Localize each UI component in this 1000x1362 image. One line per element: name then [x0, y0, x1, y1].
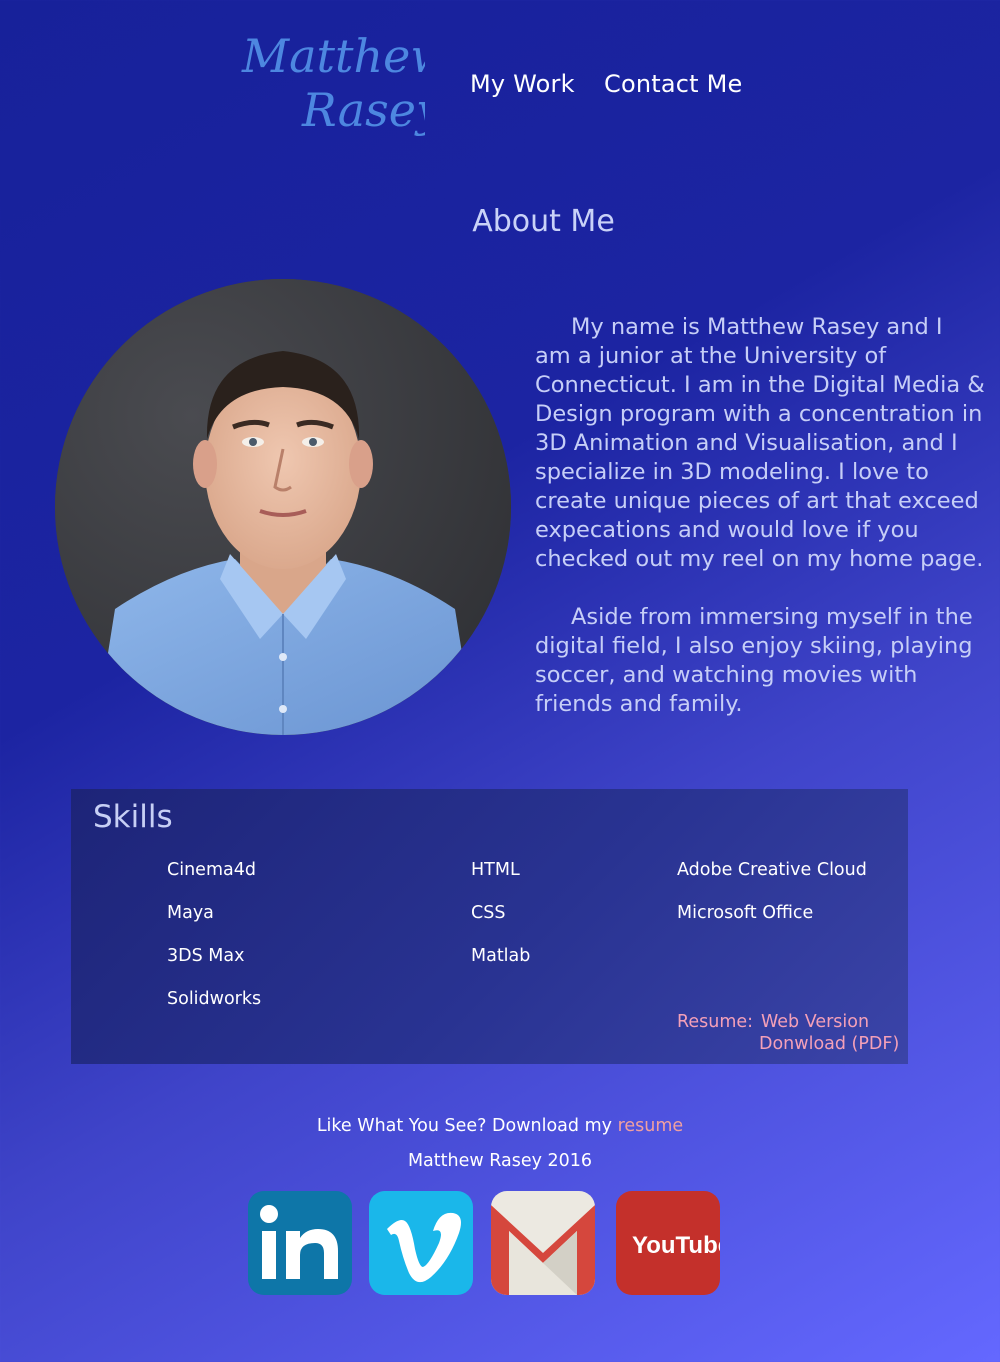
skills-title: Skills	[93, 799, 173, 835]
page-title: About Me	[472, 204, 615, 239]
resume-label: Resume:	[677, 1012, 754, 1032]
youtube-logo-text: YouTube	[632, 1232, 720, 1259]
footer-resume-link[interactable]: resume	[618, 1116, 684, 1136]
bio-paragraph: Aside from immersing myself in the digit…	[535, 604, 973, 717]
skill-item: Microsoft Office	[677, 903, 814, 923]
site-logo[interactable]: Matthew Rasey	[240, 20, 450, 138]
linkedin-button[interactable]	[248, 1191, 352, 1295]
nav-my-work[interactable]: My Work	[470, 70, 575, 98]
profile-photo	[55, 279, 511, 735]
skill-item: CSS	[471, 903, 506, 923]
skill-item: Matlab	[471, 946, 531, 966]
linkedin-icon	[248, 1191, 352, 1295]
vimeo-button[interactable]	[369, 1191, 473, 1295]
skill-item: Solidworks	[167, 989, 262, 1009]
youtube-icon: YouTube	[616, 1191, 720, 1295]
footer-copyright: Matthew Rasey 2016	[407, 1151, 593, 1171]
logo-text-last: Rasey	[301, 83, 425, 137]
bio-text: My name is Matthew Rasey and I am a juni…	[535, 313, 985, 748]
footer-cta-text: Like What You See? Download my	[316, 1116, 612, 1136]
skill-item: 3DS Max	[167, 946, 245, 966]
gmail-icon	[491, 1191, 595, 1295]
footer-cta: Like What You See? Download my resume	[0, 1116, 1000, 1136]
skills-panel: Skills Cinema4d Maya 3DS Max Solidworks …	[71, 789, 908, 1064]
resume-web-link[interactable]: Web Version	[761, 1012, 869, 1032]
bio-paragraph: My name is Matthew Rasey and I am a juni…	[535, 314, 985, 572]
skill-item: Cinema4d	[167, 860, 256, 880]
skill-item: Adobe Creative Cloud	[677, 860, 867, 880]
youtube-button[interactable]: YouTube	[616, 1191, 720, 1295]
skill-item: HTML	[471, 860, 520, 880]
skill-item: Maya	[167, 903, 214, 923]
nav-contact-me[interactable]: Contact Me	[604, 70, 742, 98]
gmail-button[interactable]	[491, 1191, 595, 1295]
vimeo-icon	[369, 1191, 473, 1295]
logo-text-first: Matthew	[241, 29, 425, 83]
resume-pdf-link[interactable]: Donwload (PDF)	[759, 1034, 899, 1054]
